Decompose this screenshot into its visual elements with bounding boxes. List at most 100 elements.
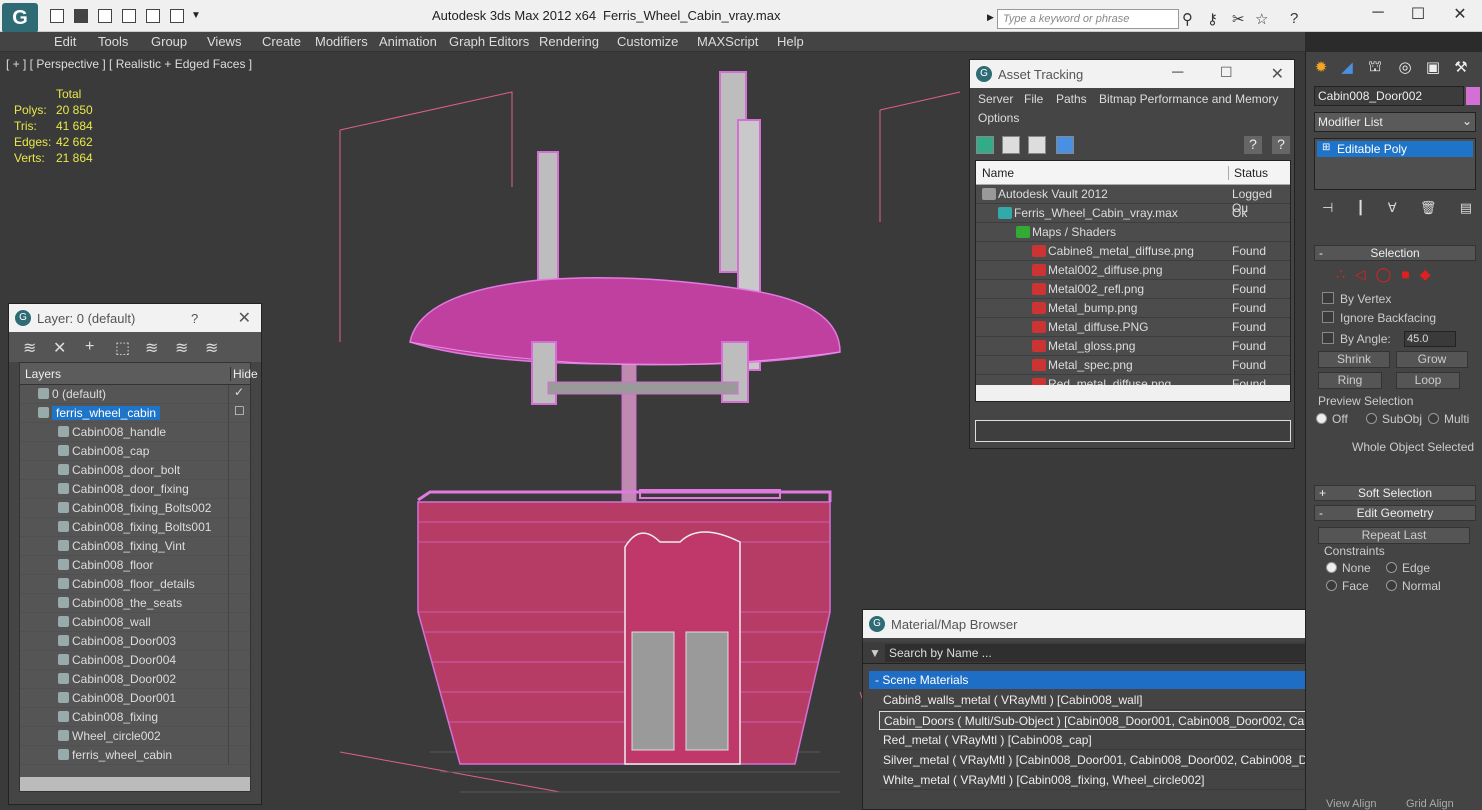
- repeat-last-button[interactable]: Repeat Last: [1318, 527, 1470, 544]
- col-layers[interactable]: Layers: [25, 367, 61, 381]
- object-name-field[interactable]: Cabin008_Door002: [1314, 86, 1464, 106]
- layer-row[interactable]: Cabin008_fixing_Vint: [20, 537, 250, 556]
- hide-toggle[interactable]: [228, 518, 250, 537]
- layer-row[interactable]: Cabin008_door_bolt: [20, 461, 250, 480]
- hide-toggle[interactable]: [228, 461, 250, 480]
- selection-rollout[interactable]: - Selection: [1314, 245, 1476, 261]
- hide-toggle[interactable]: [228, 480, 250, 499]
- hide-toggle[interactable]: ✓: [228, 385, 250, 404]
- asset-row[interactable]: Ferris_Wheel_Cabin_vray.max Ok: [976, 204, 1290, 223]
- maximize-icon[interactable]: ☐: [1398, 4, 1438, 28]
- asset-row[interactable]: Cabine8_metal_diffuse.png Found: [976, 242, 1290, 261]
- object-color-swatch[interactable]: [1466, 87, 1480, 105]
- menu-edit[interactable]: Edit: [54, 34, 76, 49]
- layer-row[interactable]: Cabin008_wall: [20, 613, 250, 632]
- configure-sets-icon[interactable]: ▤: [1460, 200, 1472, 218]
- menu-graph-editors[interactable]: Graph Editors: [449, 34, 529, 49]
- edit-geometry-rollout[interactable]: - Edit Geometry: [1314, 505, 1476, 521]
- layer-row[interactable]: Cabin008_floor_details: [20, 575, 250, 594]
- star-icon[interactable]: ☆: [1255, 10, 1268, 28]
- hide-toggle[interactable]: [228, 613, 250, 632]
- pin-stack-icon[interactable]: ⊣: [1322, 200, 1333, 218]
- table-view-icon[interactable]: [1028, 136, 1046, 154]
- layer-row[interactable]: Cabin008_fixing_Bolts001: [20, 518, 250, 537]
- asset-table[interactable]: Name Status Autodesk Vault 2012 Logged Ou…: [975, 160, 1291, 402]
- hide-toggle[interactable]: [228, 423, 250, 442]
- hierarchy-tab-icon[interactable]: ⛫: [1364, 58, 1386, 80]
- layer-row[interactable]: Cabin008_fixing: [20, 708, 250, 727]
- layer-row[interactable]: 0 (default) ✓: [20, 385, 250, 404]
- asset-panel-titlebar[interactable]: G Asset Tracking ─ ☐ ✕: [970, 60, 1294, 88]
- asset-row[interactable]: Metal002_refl.png Found: [976, 280, 1290, 299]
- save-icon[interactable]: [74, 9, 88, 23]
- create-tab-icon[interactable]: ✹: [1310, 58, 1332, 80]
- hide-toggle[interactable]: [228, 746, 250, 765]
- layer-row[interactable]: ferris_wheel_cabin ☐: [20, 404, 250, 423]
- stack-item-editable-poly[interactable]: ⊞ Editable Poly: [1317, 141, 1473, 157]
- hide-toggle[interactable]: [228, 575, 250, 594]
- hide-toggle[interactable]: [228, 727, 250, 746]
- layer-panel-titlebar[interactable]: G Layer: 0 (default) ? ✕: [9, 304, 261, 332]
- search-input[interactable]: Type a keyword or phrase: [997, 9, 1179, 29]
- menu-server[interactable]: Server: [978, 92, 1013, 106]
- shrink-button[interactable]: Shrink: [1318, 351, 1390, 368]
- hide-all-icon[interactable]: ≋: [175, 338, 188, 358]
- horizontal-scrollbar[interactable]: [976, 385, 1290, 401]
- asset-row[interactable]: Metal_bump.png Found: [976, 299, 1290, 318]
- layer-row[interactable]: Cabin008_Door004: [20, 651, 250, 670]
- loop-button[interactable]: Loop: [1396, 372, 1460, 389]
- utilities-tab-icon[interactable]: ⚒: [1450, 58, 1472, 80]
- asset-row[interactable]: Metal_spec.png Found: [976, 356, 1290, 375]
- preview-off-radio[interactable]: Off: [1316, 412, 1348, 426]
- angle-spinner[interactable]: 45.0: [1404, 331, 1456, 347]
- menu-modifiers[interactable]: Modifiers: [315, 34, 368, 49]
- soft-selection-rollout[interactable]: + Soft Selection: [1314, 485, 1476, 501]
- new-file-icon[interactable]: [50, 9, 64, 23]
- select-objects-icon[interactable]: ⬚: [115, 338, 130, 358]
- menu-options[interactable]: Options: [978, 111, 1019, 125]
- quick-access-dropdown-icon[interactable]: ▼: [191, 10, 201, 21]
- freeze-all-icon[interactable]: ≋: [205, 338, 218, 358]
- layer-row[interactable]: Cabin008_Door001: [20, 689, 250, 708]
- open-icon[interactable]: [98, 9, 112, 23]
- hide-toggle[interactable]: ☐: [228, 404, 250, 423]
- by-angle-checkbox[interactable]: By Angle:: [1322, 332, 1391, 346]
- menu-maxscript[interactable]: MAXScript: [697, 34, 758, 49]
- make-unique-icon[interactable]: ∀: [1388, 200, 1397, 218]
- asset-row[interactable]: Maps / Shaders: [976, 223, 1290, 242]
- layer-row[interactable]: Cabin008_the_seats: [20, 594, 250, 613]
- menu-tools[interactable]: Tools: [98, 34, 128, 49]
- layer-row[interactable]: Cabin008_door_fixing: [20, 480, 250, 499]
- key-icon[interactable]: ⚷: [1207, 10, 1218, 28]
- filter-icon[interactable]: ▼: [869, 646, 881, 660]
- hide-toggle[interactable]: [228, 689, 250, 708]
- grow-button[interactable]: Grow: [1396, 351, 1468, 368]
- minimize-icon[interactable]: ─: [1358, 4, 1398, 28]
- by-vertex-checkbox[interactable]: By Vertex: [1322, 292, 1391, 306]
- highlight-layer-icon[interactable]: ≋: [145, 338, 158, 358]
- hide-toggle[interactable]: [228, 442, 250, 461]
- hide-toggle[interactable]: [228, 556, 250, 575]
- asset-row[interactable]: Metal_diffuse.PNG Found: [976, 318, 1290, 337]
- horizontal-scrollbar[interactable]: [20, 777, 250, 791]
- menu-animation[interactable]: Animation: [379, 34, 437, 49]
- display-tab-icon[interactable]: ▣: [1422, 58, 1444, 80]
- undo-icon[interactable]: [146, 9, 160, 23]
- remove-modifier-icon[interactable]: 🗑: [1420, 200, 1437, 218]
- delete-layer-icon[interactable]: ✕: [53, 338, 66, 358]
- layer-row[interactable]: Cabin008_Door002: [20, 670, 250, 689]
- motion-tab-icon[interactable]: ◎: [1394, 58, 1416, 80]
- hide-toggle[interactable]: [228, 594, 250, 613]
- layer-row[interactable]: Cabin008_cap: [20, 442, 250, 461]
- redo-icon[interactable]: [170, 9, 184, 23]
- menu-file[interactable]: File: [1024, 92, 1043, 106]
- modifier-list-dropdown[interactable]: Modifier List ⌄: [1314, 112, 1476, 132]
- preview-multi-radio[interactable]: Multi: [1428, 412, 1469, 426]
- ring-button[interactable]: Ring: [1318, 372, 1382, 389]
- help-icon[interactable]: ?: [1244, 136, 1262, 154]
- layer-row[interactable]: Cabin008_handle: [20, 423, 250, 442]
- asset-path-field[interactable]: [975, 420, 1291, 442]
- close-icon[interactable]: ✕: [1271, 64, 1284, 84]
- list-view-icon[interactable]: [1002, 136, 1020, 154]
- layer-row[interactable]: ferris_wheel_cabin: [20, 746, 250, 765]
